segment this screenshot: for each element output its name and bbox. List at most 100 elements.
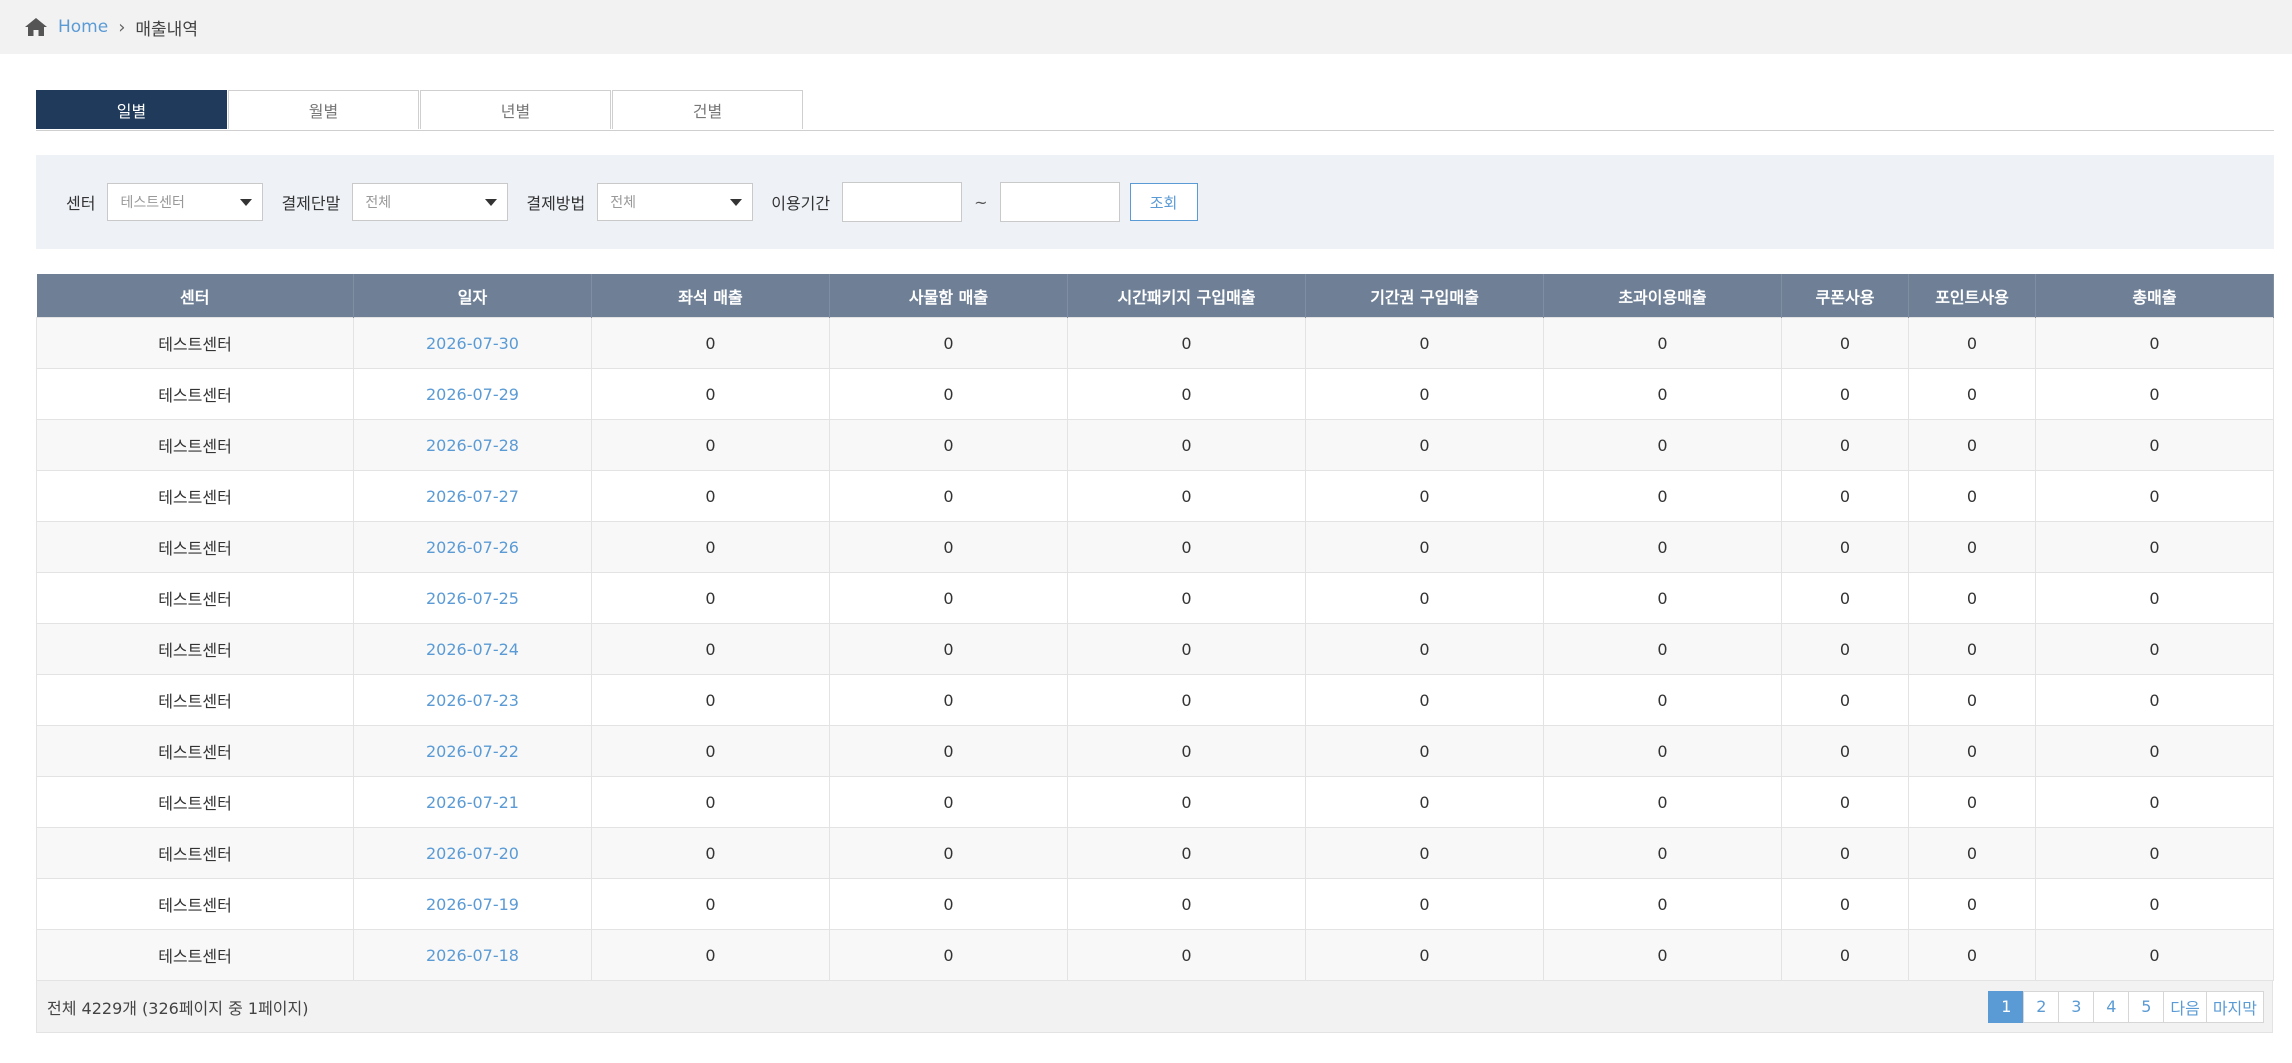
- table-cell: 테스트센터: [36, 827, 354, 879]
- table-cell: 테스트센터: [36, 776, 354, 828]
- table-cell: 0: [1781, 368, 1909, 420]
- table-cell: 테스트센터: [36, 674, 354, 726]
- caret-down-icon: [485, 199, 498, 206]
- table-cell: 0: [1543, 521, 1782, 573]
- table-cell: 0: [2035, 521, 2274, 573]
- filter-panel: 센터 테스트센터 결제단말 전체 결제방법 전체 이용기간 ~ 조회: [36, 155, 2274, 249]
- terminal-select[interactable]: 전체: [352, 183, 509, 221]
- tab-daily[interactable]: 일별: [36, 90, 227, 129]
- home-icon[interactable]: [24, 17, 48, 37]
- date-link[interactable]: 2026-07-23: [353, 674, 592, 726]
- tab-per-transaction[interactable]: 건별: [612, 90, 803, 129]
- page-button[interactable]: 1: [1988, 990, 2025, 1023]
- tab-monthly[interactable]: 월별: [228, 90, 419, 129]
- breadcrumb-separator: ›: [118, 16, 126, 38]
- table-cell: 테스트센터: [36, 623, 354, 675]
- table-cell: 0: [1543, 419, 1782, 471]
- table-row: 테스트센터 2026-07-27 0 0 0 0 0 0 0 0: [36, 470, 2274, 522]
- date-link[interactable]: 2026-07-22: [353, 725, 592, 777]
- table-cell: 0: [1781, 929, 1909, 981]
- breadcrumb: Home › 매출내역: [0, 0, 2292, 54]
- payment-method-select[interactable]: 전체: [597, 183, 754, 221]
- next-page-button[interactable]: 다음: [2163, 990, 2207, 1023]
- column-header: 기간권 구입매출: [1305, 274, 1544, 318]
- last-page-button[interactable]: 마지막: [2205, 990, 2264, 1023]
- table-row: 테스트센터 2026-07-28 0 0 0 0 0 0 0 0: [36, 419, 2274, 471]
- column-header: 센터: [36, 274, 354, 318]
- date-link[interactable]: 2026-07-25: [353, 572, 592, 624]
- date-link[interactable]: 2026-07-27: [353, 470, 592, 522]
- table-cell: 0: [1908, 929, 2036, 981]
- table-cell: 0: [1543, 317, 1782, 369]
- table-row: 테스트센터 2026-07-22 0 0 0 0 0 0 0 0: [36, 725, 2274, 777]
- table-cell: 테스트센터: [36, 470, 354, 522]
- date-link[interactable]: 2026-07-21: [353, 776, 592, 828]
- table-cell: 0: [1543, 470, 1782, 522]
- table-cell: 0: [829, 623, 1068, 675]
- breadcrumb-home-link[interactable]: Home: [58, 17, 108, 37]
- payment-method-label: 결제방법: [526, 194, 586, 213]
- column-header: 쿠폰사용: [1781, 274, 1909, 318]
- table-cell: 0: [591, 725, 830, 777]
- table-cell: 0: [1781, 572, 1909, 624]
- end-date-input[interactable]: [999, 182, 1120, 222]
- date-link[interactable]: 2026-07-18: [353, 929, 592, 981]
- table-cell: 0: [1781, 419, 1909, 471]
- table-cell: 0: [1305, 725, 1544, 777]
- caret-down-icon: [240, 199, 253, 206]
- page-button[interactable]: 5: [2128, 990, 2165, 1023]
- table-cell: 0: [1067, 317, 1306, 369]
- table-cell: 0: [2035, 827, 2274, 879]
- table-cell: 0: [1305, 521, 1544, 573]
- table-cell: 0: [2035, 725, 2274, 777]
- date-link[interactable]: 2026-07-26: [353, 521, 592, 573]
- table-cell: 0: [1067, 470, 1306, 522]
- table-cell: 0: [591, 878, 830, 930]
- center-select-value: 테스트센터: [120, 195, 185, 211]
- table-cell: 0: [1067, 419, 1306, 471]
- table-row: 테스트센터 2026-07-26 0 0 0 0 0 0 0 0: [36, 521, 2274, 573]
- date-link[interactable]: 2026-07-28: [353, 419, 592, 471]
- date-link[interactable]: 2026-07-20: [353, 827, 592, 879]
- date-link[interactable]: 2026-07-19: [353, 878, 592, 930]
- table-row: 테스트센터 2026-07-18 0 0 0 0 0 0 0 0: [36, 929, 2274, 981]
- table-cell: 0: [1908, 827, 2036, 879]
- start-date-input[interactable]: [842, 182, 963, 222]
- search-button[interactable]: 조회: [1129, 183, 1198, 221]
- table-cell: 0: [829, 317, 1068, 369]
- table-cell: 0: [591, 827, 830, 879]
- payment-method-select-value: 전체: [610, 195, 636, 211]
- center-select[interactable]: 테스트센터: [107, 183, 264, 221]
- period-tabs: 일별 월별 년별 건별: [36, 90, 2274, 131]
- table-row: 테스트센터 2026-07-29 0 0 0 0 0 0 0 0: [36, 368, 2274, 420]
- terminal-select-value: 전체: [365, 195, 392, 211]
- table-cell: 0: [829, 674, 1068, 726]
- table-cell: 0: [829, 419, 1068, 471]
- page-button[interactable]: 3: [2058, 990, 2095, 1023]
- table-row: 테스트센터 2026-07-20 0 0 0 0 0 0 0 0: [36, 827, 2274, 879]
- table-cell: 0: [1067, 572, 1306, 624]
- table-cell: 0: [591, 929, 830, 981]
- page-button[interactable]: 2: [2023, 990, 2060, 1023]
- column-header: 사물함 매출: [829, 274, 1068, 318]
- table-cell: 0: [1067, 368, 1306, 420]
- table-header-row: 센터 일자 좌석 매출 사물함 매출 시간패키지 구입매출 기간권 구입매출 초과이용매출 쿠…: [36, 274, 2274, 318]
- date-link[interactable]: 2026-07-30: [353, 317, 592, 369]
- table-cell: 0: [829, 929, 1068, 981]
- table-row: 테스트센터 2026-07-21 0 0 0 0 0 0 0 0: [36, 776, 2274, 828]
- table-cell: 테스트센터: [36, 878, 354, 930]
- date-link[interactable]: 2026-07-24: [353, 623, 592, 675]
- table-cell: 0: [591, 419, 830, 471]
- table-cell: 0: [1781, 317, 1909, 369]
- table-cell: 0: [829, 470, 1068, 522]
- table-row: 테스트센터 2026-07-25 0 0 0 0 0 0 0 0: [36, 572, 2274, 624]
- table-cell: 0: [1305, 317, 1544, 369]
- period-label: 이용기간: [771, 194, 831, 213]
- page-button[interactable]: 4: [2093, 990, 2130, 1023]
- date-link[interactable]: 2026-07-29: [353, 368, 592, 420]
- caret-down-icon: [730, 199, 743, 206]
- sales-table: 센터 일자 좌석 매출 사물함 매출 시간패키지 구입매출 기간권 구입매출 초과이용매출 쿠…: [36, 274, 2274, 981]
- table-cell: 0: [1908, 878, 2036, 930]
- table-cell: 0: [1908, 317, 2036, 369]
- tab-yearly[interactable]: 년별: [420, 90, 611, 129]
